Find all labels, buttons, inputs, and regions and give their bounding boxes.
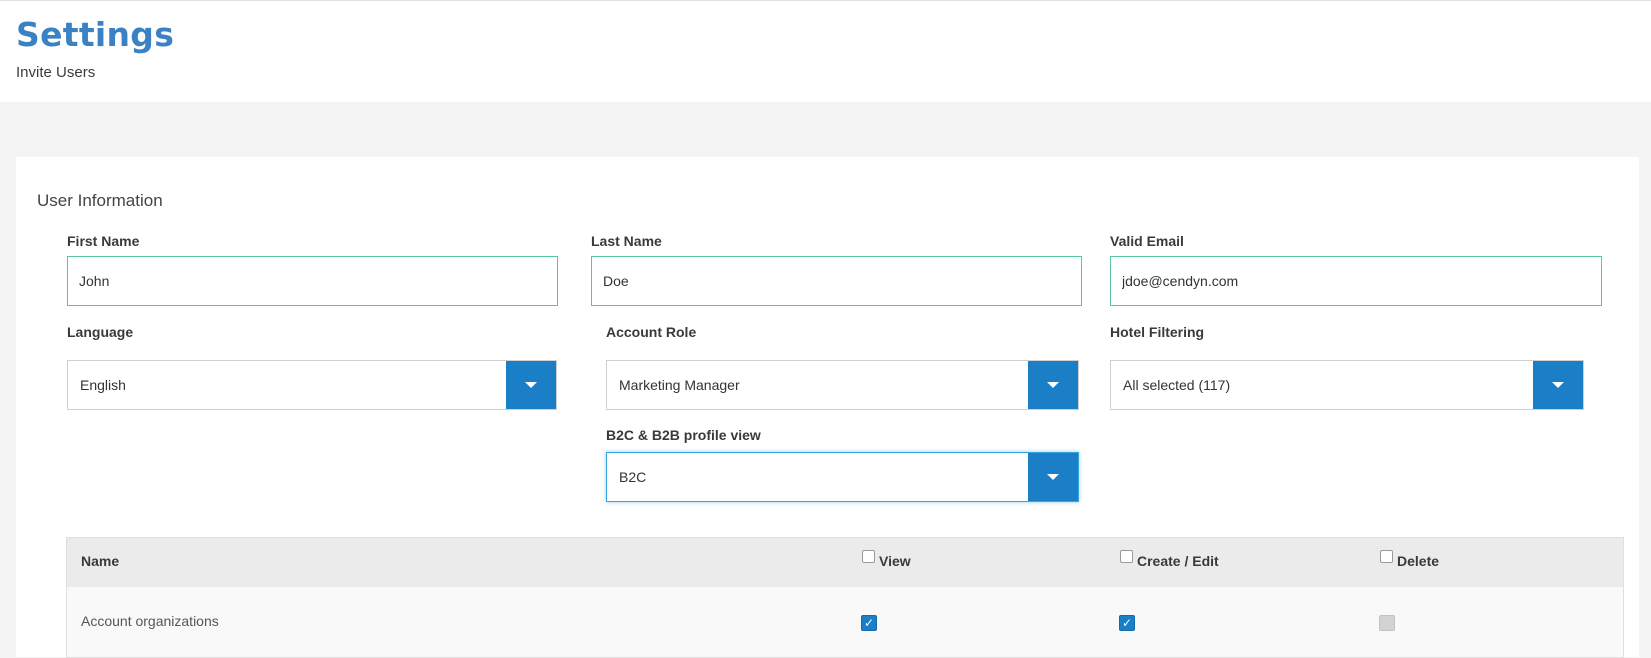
hotel-filtering-dropdown-button[interactable] (1533, 361, 1583, 409)
chevron-down-icon (1047, 382, 1059, 388)
profile-view-value: B2C (619, 469, 647, 485)
profile-view-select[interactable]: B2C (606, 452, 1079, 502)
valid-email-label: Valid Email (1110, 233, 1184, 249)
chevron-down-icon (525, 382, 537, 388)
chevron-down-icon (1047, 474, 1059, 480)
account-role-select[interactable]: Marketing Manager (606, 360, 1079, 410)
valid-email-input[interactable] (1110, 256, 1602, 306)
delete-all-checkbox[interactable] (1380, 550, 1393, 563)
page-header: Settings Invite Users (0, 0, 1651, 102)
column-create-edit-header: Create / Edit (1137, 553, 1219, 569)
first-name-label: First Name (67, 233, 140, 249)
permissions-table: Name View Create / Edit Delete Account o… (66, 537, 1624, 658)
account-role-value: Marketing Manager (619, 377, 740, 393)
language-dropdown-button[interactable] (506, 361, 556, 409)
user-information-card: User Information First Name Last Name Va… (16, 157, 1639, 658)
first-name-input[interactable] (67, 256, 558, 306)
row-name: Account organizations (81, 613, 219, 629)
account-role-dropdown-button[interactable] (1028, 361, 1078, 409)
checkmark-icon: ✓ (1121, 616, 1133, 630)
table-row: Account organizations ✓ ✓ (67, 587, 1623, 657)
chevron-down-icon (1552, 382, 1564, 388)
last-name-label: Last Name (591, 233, 662, 249)
column-view-header: View (879, 553, 911, 569)
table-header: Name View Create / Edit Delete (67, 538, 1623, 587)
view-checkbox[interactable]: ✓ (861, 615, 877, 631)
column-delete-header: Delete (1397, 553, 1440, 569)
language-value: English (80, 377, 126, 393)
view-all-checkbox[interactable] (862, 550, 875, 563)
hotel-filtering-value: All selected (117) (1123, 377, 1231, 393)
language-select[interactable]: English (67, 360, 557, 410)
create-edit-checkbox[interactable]: ✓ (1119, 615, 1135, 631)
delete-checkbox (1379, 615, 1395, 631)
create-edit-all-checkbox[interactable] (1120, 550, 1133, 563)
hotel-filtering-label: Hotel Filtering (1110, 324, 1205, 340)
section-title: User Information (37, 191, 163, 210)
column-name-header: Name (81, 553, 120, 569)
page-title: Settings (16, 15, 175, 54)
profile-view-dropdown-button[interactable] (1028, 453, 1078, 501)
last-name-input[interactable] (591, 256, 1082, 306)
checkmark-icon: ✓ (863, 616, 875, 630)
language-label: Language (67, 324, 134, 340)
hotel-filtering-select[interactable]: All selected (117) (1110, 360, 1584, 410)
page-subtitle: Invite Users (16, 64, 96, 81)
profile-view-label: B2C & B2B profile view (606, 427, 761, 443)
account-role-label: Account Role (606, 324, 697, 340)
